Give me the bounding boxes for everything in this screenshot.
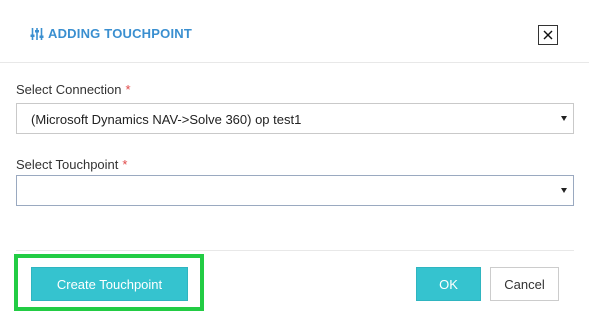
select-connection-value: (Microsoft Dynamics NAV->Solve 360) op t… xyxy=(31,112,302,127)
close-icon xyxy=(543,30,553,40)
select-connection-label-text: Select Connection xyxy=(16,82,122,97)
select-touchpoint-dropdown[interactable] xyxy=(16,175,574,206)
dialog-title-wrap: ADDING TOUCHPOINT xyxy=(30,26,192,41)
required-mark: * xyxy=(122,157,128,172)
close-button[interactable] xyxy=(538,25,558,45)
select-connection-dropdown[interactable]: (Microsoft Dynamics NAV->Solve 360) op t… xyxy=(16,103,574,134)
dialog-title: ADDING TOUCHPOINT xyxy=(48,26,192,41)
dropdown-arrow-icon xyxy=(561,116,567,121)
create-touchpoint-button[interactable]: Create Touchpoint xyxy=(31,267,188,301)
select-touchpoint-label-text: Select Touchpoint xyxy=(16,157,119,172)
cancel-button[interactable]: Cancel xyxy=(490,267,559,301)
dialog-header: ADDING TOUCHPOINT xyxy=(0,0,589,63)
ok-button[interactable]: OK xyxy=(416,267,481,301)
required-mark: * xyxy=(125,82,131,97)
sliders-icon xyxy=(30,27,44,41)
select-touchpoint-label: Select Touchpoint * xyxy=(16,157,127,172)
adding-touchpoint-dialog: ADDING TOUCHPOINT Select Connection * (Mi… xyxy=(0,0,589,319)
footer-divider xyxy=(16,250,574,251)
dropdown-arrow-icon xyxy=(561,188,567,193)
select-connection-label: Select Connection * xyxy=(16,82,131,97)
